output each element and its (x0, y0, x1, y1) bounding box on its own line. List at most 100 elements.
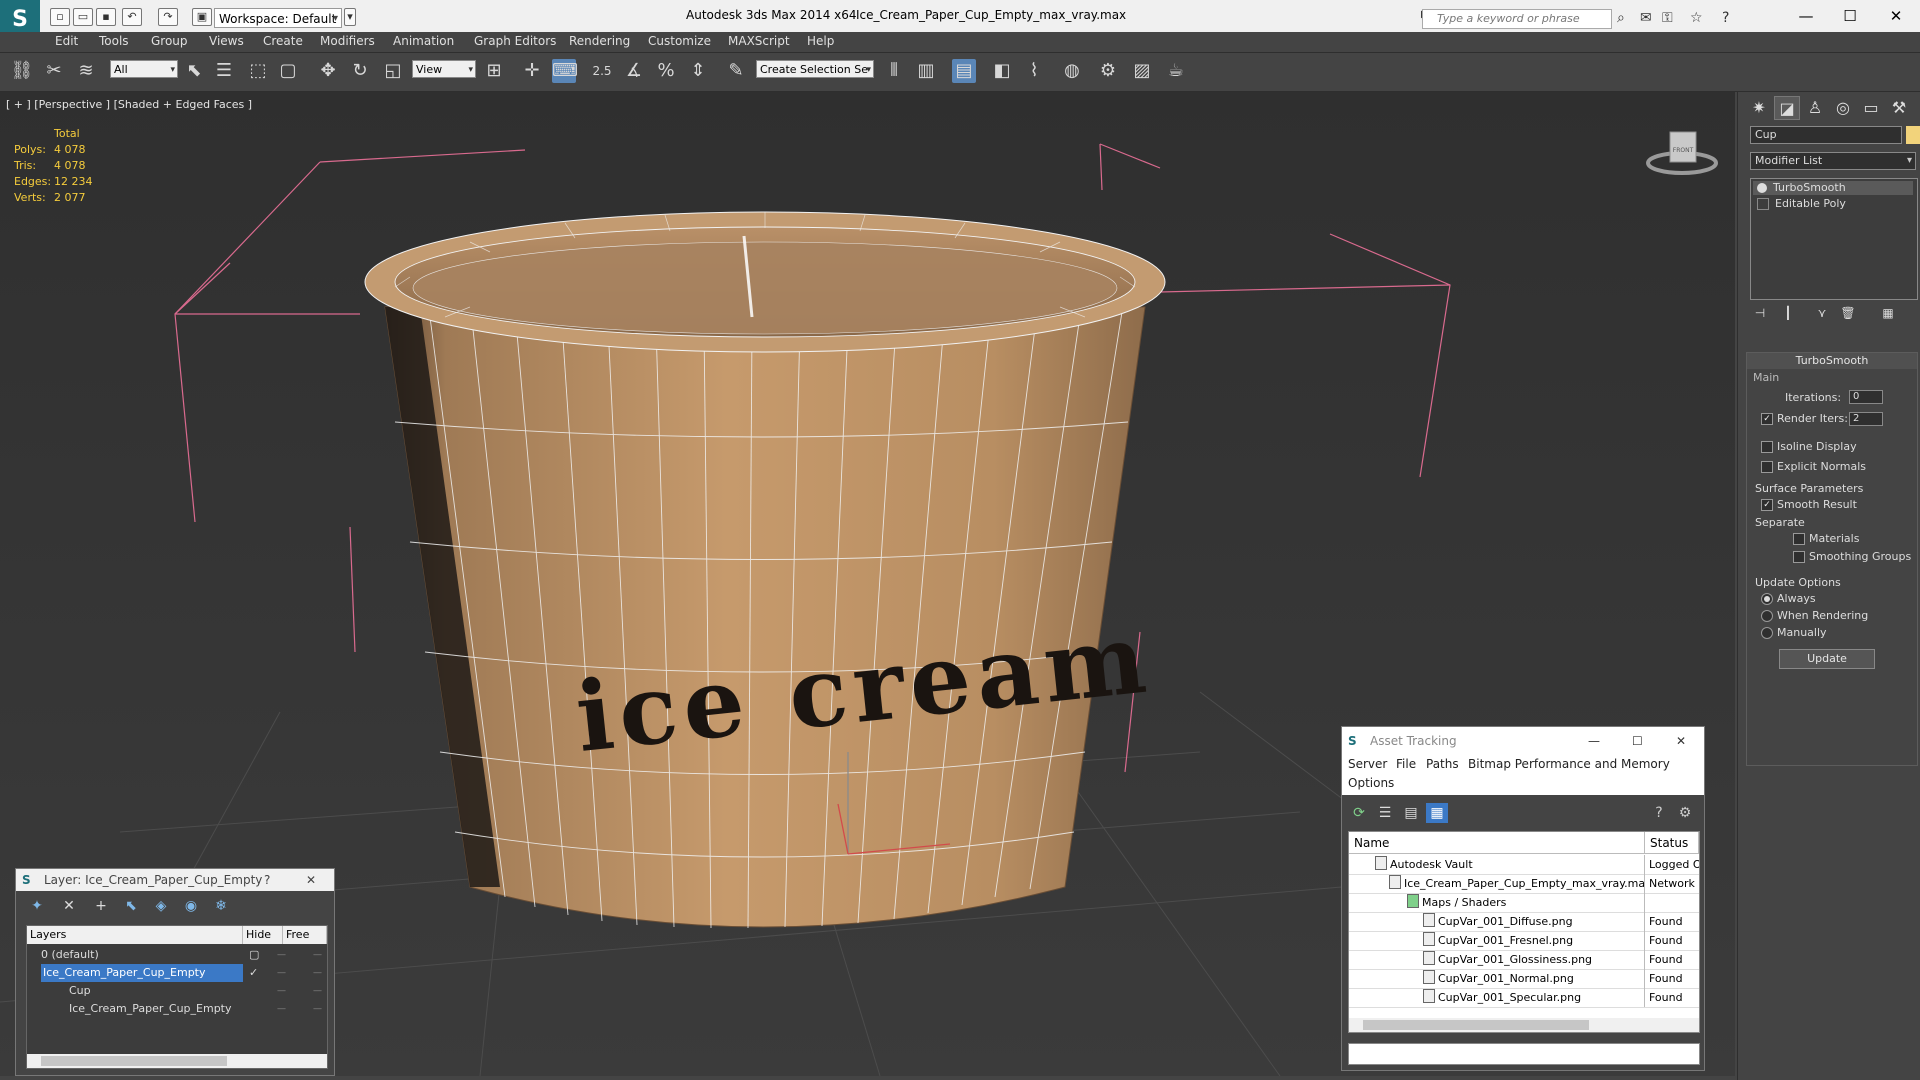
align-icon[interactable]: ▥ (914, 59, 938, 83)
turbosmooth-rollout-title[interactable]: TurboSmooth (1747, 353, 1917, 369)
asset-menu-options[interactable]: Options (1348, 776, 1394, 790)
new-file-icon[interactable]: ▫ (50, 8, 70, 26)
menu-animation[interactable]: Animation (393, 34, 454, 48)
display-tab-icon[interactable]: ▭ (1858, 96, 1884, 120)
menu-edit[interactable]: Edit (55, 34, 78, 48)
menu-graph-editors[interactable]: Graph Editors (474, 34, 556, 48)
angle-snap-icon[interactable]: ∡ (622, 59, 646, 83)
pivot-center-icon[interactable]: ⊞ (482, 59, 506, 83)
project-folder-icon[interactable]: ▣ (192, 8, 212, 26)
select-in-layer-icon[interactable]: ⬉ (120, 896, 142, 916)
layer-help-icon[interactable]: ? (264, 869, 270, 891)
materials-checkbox[interactable] (1793, 533, 1805, 545)
workspace-dropdown[interactable]: Workspace: Default (214, 8, 342, 29)
menu-tools[interactable]: Tools (99, 34, 129, 48)
named-selection-set-dropdown[interactable]: Create Selection Se (756, 60, 874, 79)
menu-help[interactable]: Help (807, 34, 834, 48)
select-by-name-icon[interactable]: ☰ (212, 59, 236, 83)
search-input[interactable]: Type a keyword or phrase (1422, 9, 1612, 29)
asset-row[interactable]: CupVar_001_Glossiness.png Found (1349, 950, 1699, 970)
layer-window-titlebar[interactable]: S Layer: Ice_Cream_Paper_Cup_Empty ? ✕ (16, 869, 334, 891)
link-icon[interactable]: ⛓ (10, 59, 34, 83)
layer-horizontal-scrollbar[interactable] (27, 1054, 327, 1068)
smoothing-groups-checkbox[interactable] (1793, 551, 1805, 563)
layer-row[interactable]: Cup — — (27, 982, 327, 1000)
asset-close-button[interactable]: ✕ (1676, 727, 1686, 755)
stack-item-turbosmooth[interactable]: TurboSmooth (1753, 181, 1913, 195)
asset-maximize-button[interactable]: ☐ (1632, 727, 1643, 755)
freeze-toggle[interactable]: — (313, 1000, 322, 1018)
save-file-icon[interactable]: ▪ (96, 8, 116, 26)
asset-horizontal-scrollbar[interactable] (1349, 1018, 1699, 1032)
viewport-label[interactable]: [ + ] [Perspective ] [Shaded + Edged Fac… (6, 98, 252, 111)
render-setup-icon[interactable]: ⚙ (1096, 59, 1120, 83)
toggle-scene-explorer-icon[interactable]: ▤ (952, 59, 976, 83)
show-end-result-icon[interactable]: ┃ (1778, 304, 1798, 322)
asset-tracking-titlebar[interactable]: S Asset Tracking — ☐ ✕ (1342, 727, 1704, 755)
curve-editor-icon[interactable]: ⌇ (1022, 59, 1046, 83)
freeze-column-header[interactable]: Free (283, 926, 327, 944)
bind-space-warp-icon[interactable]: ≋ (74, 59, 98, 83)
snaps-toggle-icon[interactable]: 2.5 (590, 59, 614, 83)
selection-filter-dropdown[interactable]: All (110, 60, 178, 79)
undo-icon[interactable]: ↶ (122, 8, 142, 26)
render-iters-checkbox[interactable]: ✓ (1761, 413, 1773, 425)
modify-tab-icon[interactable]: ◪ (1774, 96, 1800, 120)
asset-row[interactable]: Maps / Shaders (1349, 893, 1699, 913)
rotate-icon[interactable]: ↻ (348, 59, 372, 83)
asset-menu-bitmap-performance[interactable]: Bitmap Performance and Memory (1468, 757, 1670, 771)
scale-icon[interactable]: ◱ (381, 59, 405, 83)
favorites-star-icon[interactable]: ☆ (1690, 10, 1703, 26)
asset-row[interactable]: CupVar_001_Normal.png Found (1349, 969, 1699, 989)
render-production-icon[interactable]: ☕ (1164, 59, 1188, 83)
asset-row[interactable]: CupVar_001_Specular.png Found (1349, 988, 1699, 1008)
modifier-list-dropdown[interactable]: Modifier List (1750, 152, 1916, 170)
modifier-on-icon[interactable] (1757, 183, 1767, 193)
scrollbar-thumb[interactable] (41, 1056, 227, 1066)
refresh-icon[interactable]: ⟳ (1348, 803, 1370, 823)
table-view-icon[interactable]: ▦ (1426, 803, 1448, 823)
asset-row[interactable]: Autodesk Vault Logged O (1349, 855, 1699, 875)
motion-tab-icon[interactable]: ◎ (1830, 96, 1856, 120)
minimize-button[interactable]: — (1786, 4, 1826, 28)
redo-icon[interactable]: ↷ (158, 8, 178, 26)
hide-toggle[interactable]: — (277, 1000, 286, 1018)
asset-row[interactable]: CupVar_001_Fresnel.png Found (1349, 931, 1699, 951)
keyboard-shortcut-override-icon[interactable]: ⌨ (552, 59, 578, 83)
current-layer-icon[interactable]: ▢ (249, 946, 259, 964)
window-crossing-icon[interactable]: ▢ (276, 59, 300, 83)
reference-coordinate-dropdown[interactable]: View (412, 60, 476, 79)
hide-toggle[interactable]: — (277, 946, 286, 964)
move-icon[interactable]: ✥ (316, 59, 340, 83)
menu-modifiers[interactable]: Modifiers (320, 34, 375, 48)
highlight-layer-icon[interactable]: ◈ (150, 896, 172, 916)
binoculars-icon[interactable]: ⌕ (1617, 10, 1625, 26)
maximize-button[interactable]: ☐ (1830, 4, 1870, 28)
quick-access-more-icon[interactable]: ▾ (344, 8, 356, 26)
asset-help-icon[interactable]: ? (1648, 803, 1670, 823)
asset-row[interactable]: Ice_Cream_Paper_Cup_Empty_max_vray.max N… (1349, 874, 1699, 894)
rectangular-selection-icon[interactable]: ⬚ (246, 59, 270, 83)
remove-modifier-icon[interactable]: 🗑 (1838, 304, 1858, 322)
hide-toggle[interactable]: — (277, 982, 286, 1000)
explicit-normals-checkbox[interactable] (1761, 461, 1773, 473)
manually-radio[interactable] (1761, 627, 1773, 639)
edit-named-selection-icon[interactable]: ✎ (724, 59, 748, 83)
object-color-swatch[interactable] (1906, 126, 1920, 144)
update-button[interactable]: Update (1779, 649, 1875, 669)
hide-toggle[interactable]: — (277, 964, 286, 982)
utilities-tab-icon[interactable]: ⚒ (1886, 96, 1912, 120)
add-to-layer-icon[interactable]: + (90, 896, 112, 916)
menu-customize[interactable]: Customize (648, 34, 711, 48)
help-icon[interactable]: ? (1722, 10, 1729, 26)
render-iters-spinner[interactable]: 2 (1849, 412, 1883, 426)
menu-views[interactable]: Views (209, 34, 244, 48)
freeze-toggle[interactable]: — (313, 946, 322, 964)
asset-settings-icon[interactable]: ⚙ (1674, 803, 1696, 823)
menu-group[interactable]: Group (151, 34, 188, 48)
spinner-snap-icon[interactable]: ⇕ (686, 59, 710, 83)
object-name-field[interactable]: Cup (1750, 126, 1902, 144)
layer-manager-icon[interactable]: ◧ (990, 59, 1014, 83)
smooth-result-checkbox[interactable]: ✓ (1761, 499, 1773, 511)
expand-icon[interactable] (1757, 198, 1769, 210)
